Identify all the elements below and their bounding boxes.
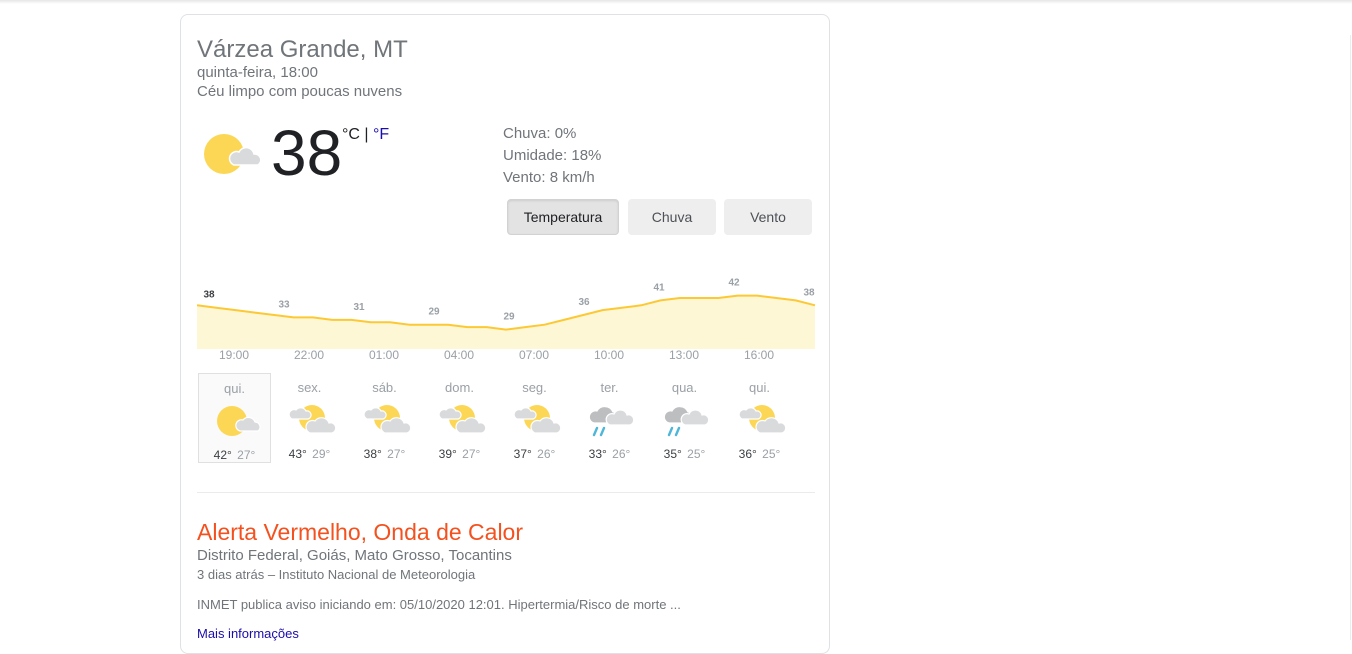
forecast-day-name: sex.	[297, 380, 322, 395]
forecast-day[interactable]: dom. 39° 27°	[423, 373, 496, 463]
divider	[197, 492, 815, 493]
forecast-low: 27°	[462, 447, 481, 461]
hour-label: 10:00	[593, 348, 625, 362]
forecast-high: 38°	[363, 447, 382, 461]
chart-value-label: 31	[353, 302, 365, 313]
forecast-temps: 36° 25°	[723, 447, 796, 461]
temperature-chart: 38 33 31 29 29 36 41 42 38	[197, 278, 816, 349]
forecast-low: 26°	[612, 447, 631, 461]
forecast-day[interactable]: ter. 33° 26°	[573, 373, 646, 463]
forecast-day-name: qui.	[224, 381, 245, 396]
chart-value-label: 36	[578, 297, 590, 308]
forecast-low: 27°	[237, 448, 256, 462]
rain-icon	[663, 406, 710, 437]
forecast-day[interactable]: sáb. 38° 27°	[348, 373, 421, 463]
forecast-day[interactable]: qua. 35° 25°	[648, 373, 721, 463]
alert-source: 3 dias atrás – Instituto Nacional de Met…	[197, 567, 476, 582]
forecast-high: 35°	[663, 447, 682, 461]
forecast-day-name: qua.	[671, 380, 698, 395]
forecast-low: 25°	[687, 447, 706, 461]
partly-cloudy-icon	[438, 405, 486, 434]
forecast-high: 37°	[513, 447, 532, 461]
forecast-temps: 37° 26°	[498, 447, 571, 461]
humidity: Umidade: 18%	[503, 147, 602, 164]
top-bar-shadow	[0, 0, 1352, 4]
wind: Vento: 8 km/h	[503, 169, 595, 186]
forecast-day[interactable]: sex. 43° 29°	[273, 373, 346, 463]
rain-icon	[588, 406, 635, 437]
forecast-low: 25°	[762, 447, 781, 461]
forecast-day-name: sáb.	[372, 380, 397, 395]
celsius-unit[interactable]: °C	[342, 126, 360, 144]
rain-chance: Chuva: 0%	[503, 125, 577, 142]
chart-value-label: 29	[428, 307, 440, 318]
scrollbar-track[interactable]	[1350, 35, 1351, 640]
forecast-high: 36°	[738, 447, 757, 461]
fahrenheit-unit[interactable]: °F	[373, 126, 389, 144]
alert-description: INMET publica aviso iniciando em: 05/10/…	[197, 597, 681, 612]
hour-label: 22:00	[293, 348, 325, 362]
tab-temperatura[interactable]: Temperatura	[507, 199, 619, 235]
chart-value-label: 38	[803, 287, 815, 298]
forecast-day[interactable]: qui. 36° 25°	[723, 373, 796, 463]
hour-label: 04:00	[443, 348, 475, 362]
tab-chuva[interactable]: Chuva	[628, 199, 716, 235]
forecast-temps: 33° 26°	[573, 447, 646, 461]
tab-vento[interactable]: Vento	[724, 199, 812, 235]
hour-label: 19:00	[218, 348, 250, 362]
forecast-temps: 43° 29°	[273, 447, 346, 461]
forecast-low: 29°	[312, 447, 331, 461]
partly-cloudy-icon	[363, 405, 411, 434]
datetime-label: quinta-feira, 18:00	[197, 64, 318, 81]
hour-label: 16:00	[743, 348, 775, 362]
forecast-low: 26°	[537, 447, 556, 461]
forecast-temps: 38° 27°	[348, 447, 421, 461]
forecast-day[interactable]: qui. 42° 27°	[198, 373, 271, 463]
chart-value-label: 29	[503, 312, 515, 323]
hour-label: 01:00	[368, 348, 400, 362]
forecast-day-name: ter.	[600, 380, 619, 395]
forecast-day[interactable]: seg. 37° 26°	[498, 373, 571, 463]
forecast-high: 43°	[288, 447, 307, 461]
partly-cloudy-icon	[738, 405, 786, 434]
forecast-day-name: seg.	[522, 380, 547, 395]
alert-regions: Distrito Federal, Goiás, Mato Grosso, To…	[197, 547, 512, 564]
forecast-day-name: qui.	[749, 380, 770, 395]
more-info-link[interactable]: Mais informações	[197, 626, 299, 641]
condition-label: Céu limpo com poucas nuvens	[197, 83, 403, 100]
partly-cloudy-icon	[288, 405, 336, 434]
weather-card: Várzea Grande, MT quinta-feira, 18:00 Cé…	[180, 14, 830, 654]
sun-behind-cloud-icon	[204, 134, 262, 174]
current-temperature: 38	[271, 117, 343, 189]
hour-label: 07:00	[518, 348, 550, 362]
sun-behind-cloud-icon	[217, 406, 261, 436]
forecast-temps: 39° 27°	[423, 447, 496, 461]
unit-toggle: °C | °F	[342, 126, 389, 144]
chart-value-label: 38	[203, 290, 215, 301]
chart-value-label: 33	[278, 299, 290, 310]
forecast-day-name: dom.	[445, 380, 474, 395]
forecast-high: 39°	[438, 447, 457, 461]
partly-cloudy-icon	[513, 405, 561, 434]
forecast-low: 27°	[387, 447, 406, 461]
forecast-high: 42°	[213, 448, 232, 462]
unit-separator: |	[359, 126, 373, 143]
chart-value-label: 42	[728, 278, 740, 289]
forecast-temps: 35° 25°	[648, 447, 721, 461]
alert-title-link[interactable]: Alerta Vermelho, Onda de Calor	[197, 517, 523, 547]
location-title: Várzea Grande, MT	[197, 36, 408, 63]
hour-label: 13:00	[668, 348, 700, 362]
chart-value-label: 41	[653, 282, 665, 293]
forecast-temps: 42° 27°	[199, 448, 270, 462]
forecast-high: 33°	[588, 447, 607, 461]
